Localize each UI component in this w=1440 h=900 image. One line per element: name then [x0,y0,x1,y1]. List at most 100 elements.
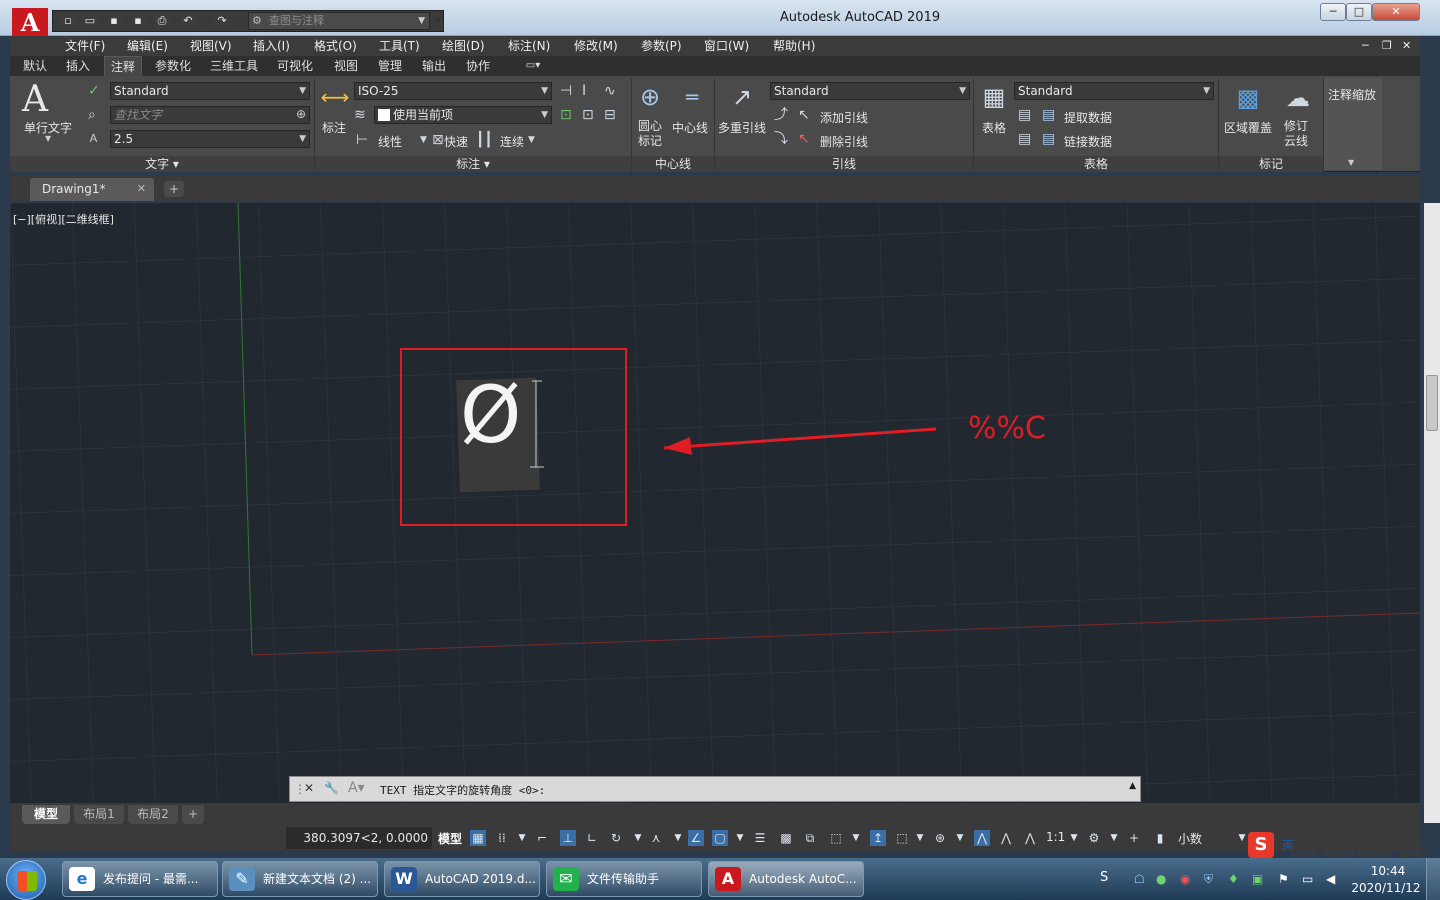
show-desktop-button[interactable] [1426,858,1440,900]
tab-view[interactable]: 视图 [328,56,364,76]
taskbar-item-wechat[interactable]: ✉ 文件传输助手 [546,861,702,897]
tray-icon-security[interactable]: ◉ [1180,872,1190,886]
chevron-down-icon[interactable]: ▼ [670,830,686,846]
dim-inspect-icon[interactable]: ⊡ [582,106,594,124]
tab-3d-tools[interactable]: 三维工具 [206,56,262,76]
menu-parametric[interactable]: 参数(P) [641,36,682,56]
annotation-scale-value[interactable]: 1:1 [1046,830,1065,844]
ortho-icon[interactable]: ∟ [584,830,600,846]
dynamic-ucs-icon[interactable]: ↥ [870,830,886,846]
tab-visualize[interactable]: 可视化 [272,56,318,76]
polar-icon[interactable]: ↻ [608,830,624,846]
selection-cycling-icon[interactable]: ⧉ [802,830,818,846]
multileader-icon[interactable]: ↗ [722,80,762,114]
ribbon-toggle-icon[interactable]: ▭▾ [518,56,548,76]
linear-dim-button[interactable]: 线性 [378,133,402,150]
chevron-down-icon[interactable]: ▼ [1348,158,1354,167]
wipeout-icon[interactable]: ▩ [1230,82,1266,114]
chevron-down-icon[interactable]: ▼ [630,830,646,846]
spellcheck-icon[interactable]: ✓ [88,82,100,100]
dimension-label[interactable]: 标注 [322,119,346,136]
center-mark-button[interactable]: 圆心 标记 [638,119,662,149]
layout-tab-2[interactable]: 布局2 [128,805,178,824]
panel-title-leader[interactable]: 引线 [715,156,973,172]
doc-close-icon[interactable]: ✕ [1402,36,1411,56]
coordinates-readout[interactable]: 380.3097<2, 0.0000 [286,827,432,849]
maximize-button[interactable]: □ [1346,3,1372,21]
tray-icon-display[interactable]: ▭ [1302,872,1313,886]
tray-icon-network[interactable]: ☖ [1134,872,1145,886]
data-link-small-icon[interactable]: ▤ [1018,130,1031,148]
auto-scale-icon[interactable]: ⋀ [998,830,1014,846]
chevron-down-icon[interactable]: ▼ [912,830,928,846]
close-tab-icon[interactable]: ✕ [137,178,146,200]
chevron-down-icon[interactable]: ▼ [1066,830,1082,846]
new-file-icon[interactable]: ▫ [60,13,76,28]
menu-insert[interactable]: 插入(I) [253,36,290,56]
workspace-select[interactable]: ⚙ 查图与注释 ▼ [248,12,430,30]
tray-icon-app[interactable]: ♦ [1228,872,1239,886]
drawing-canvas[interactable]: Ø %%C [−][俯视][二维线框] [10,203,1420,803]
qa-dropdown-icon[interactable]: ▾ [430,13,446,28]
menu-view[interactable]: 视图(V) [190,36,232,56]
tab-collaborate[interactable]: 协作 [460,56,496,76]
chevron-down-icon[interactable]: ▼ [952,830,968,846]
layout-tab-1[interactable]: 布局1 [74,805,124,824]
tab-parametric[interactable]: 参数化 [150,56,196,76]
annotation-scaling-label[interactable]: 注释缩放 [1328,86,1376,103]
data-extract-small-icon[interactable]: ▤ [1018,106,1031,124]
tray-icon-sogou[interactable]: S [1100,870,1108,885]
selection-filter-icon[interactable]: ⬚ [894,830,910,846]
menu-draw[interactable]: 绘图(D) [442,36,485,56]
isodraft-icon[interactable]: ⋏ [648,830,664,846]
single-line-text-icon[interactable]: A [22,80,48,120]
wipeout-button[interactable]: 区域覆盖 [1224,119,1272,136]
annotation-monitor-icon[interactable]: + [1126,830,1142,846]
workspace-gear-icon[interactable]: ⚙ [1086,830,1102,846]
redo-icon[interactable]: ↷ [214,13,230,28]
chevron-up-icon[interactable]: ▲ [1129,781,1136,791]
clock-time[interactable]: 10:44 [1358,864,1418,878]
save-icon[interactable]: ▪ [106,13,122,28]
dim-layer-select[interactable]: 使用当前项 ▼ [374,106,552,124]
object-snap-tracking-icon[interactable]: ∠ [688,830,704,846]
close-icon[interactable]: ✕ [304,781,314,795]
taskbar-item-browser[interactable]: e 发布提问 - 最需... [62,861,218,897]
units-value[interactable]: 小数 [1178,830,1202,847]
dim-reassociate-icon[interactable]: ⊟ [604,106,616,124]
leader-style-select[interactable]: Standard ▼ [770,82,970,100]
3d-osnap-icon[interactable]: ⬚ [828,830,844,846]
clock-date[interactable]: 2020/11/12 [1350,881,1422,895]
text-height-select[interactable]: 2.5 ▼ [110,130,310,148]
table-button[interactable]: 表格 [982,119,1006,136]
start-button[interactable] [6,860,46,900]
menu-format[interactable]: 格式(O) [314,36,357,56]
center-line-icon[interactable]: ═ [674,82,710,112]
lineweight-icon[interactable]: ☰ [752,830,768,846]
transparency-icon[interactable]: ▩ [778,830,794,846]
command-line[interactable]: ⋮ ✕ 🔧 A▾ TEXT 指定文字的旋转角度 <0>: ▲ [289,776,1141,802]
revision-cloud-icon[interactable]: ☁ [1280,82,1316,114]
menu-help[interactable]: 帮助(H) [773,36,815,56]
add-layout-icon[interactable]: + [182,805,204,824]
open-folder-icon[interactable]: ▭ [82,13,98,28]
close-button[interactable]: ✕ [1372,3,1420,21]
center-mark-icon[interactable]: ⊕ [634,82,666,112]
tray-icon-flag[interactable]: ⚑ [1278,872,1289,886]
menu-tools[interactable]: 工具(T) [379,36,420,56]
chevron-down-icon[interactable]: ▼ [1106,830,1122,846]
add-leader-button[interactable]: 添加引线 [820,109,868,126]
viewport-controls[interactable]: [−][俯视][二维线框] [13,211,114,227]
chevron-down-icon[interactable]: ▼ [45,134,51,143]
tray-icon-nvidia[interactable]: ▣ [1252,872,1263,886]
chevron-down-icon[interactable]: ▼ [514,830,530,846]
scrollbar-thumb[interactable] [1426,375,1438,431]
menu-dimension[interactable]: 标注(N) [508,36,550,56]
layout-tab-model[interactable]: 模型 [22,805,70,824]
text-style-select[interactable]: Standard ▼ [110,82,310,100]
model-space-button[interactable]: 模型 [438,830,462,847]
dim-break-icon[interactable]: ⊣ [560,82,572,100]
tab-manage[interactable]: 管理 [372,56,408,76]
tab-default[interactable]: 默认 [16,56,54,76]
taskbar-item-autocad[interactable]: A Autodesk AutoC... [708,861,864,897]
